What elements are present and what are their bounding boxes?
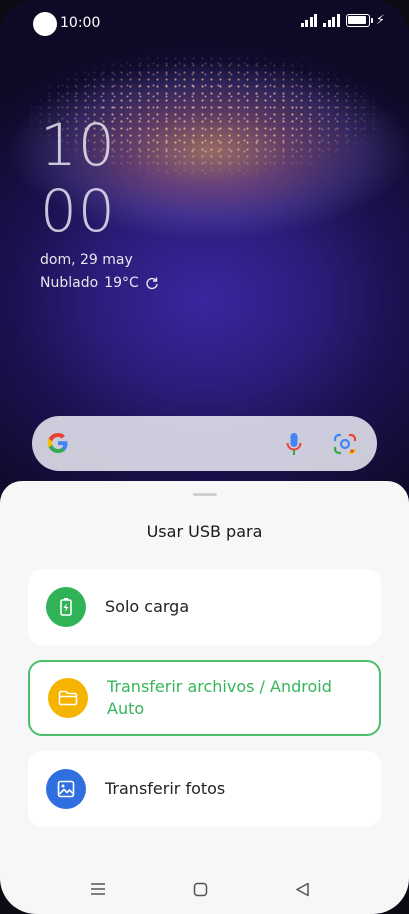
lockscreen-clock: 10 00 — [40, 112, 116, 244]
option-label: Solo carga — [105, 597, 190, 616]
lockscreen-date: dom, 29 may — [40, 252, 133, 268]
google-search-bar[interactable] — [32, 416, 377, 471]
lockscreen-weather: Nublado 19°C — [40, 275, 159, 291]
clock-hour: 10 — [40, 111, 116, 179]
signal-icon — [300, 13, 318, 27]
option-transferir-archivos[interactable]: Transferir archivos / Android Auto — [28, 660, 381, 736]
home-icon[interactable] — [193, 882, 208, 897]
battery-icon — [345, 13, 373, 27]
google-logo-icon — [47, 433, 68, 453]
sheet-drag-handle[interactable] — [193, 493, 217, 496]
clock-minute: 00 — [40, 177, 116, 245]
menu-icon[interactable] — [90, 882, 106, 896]
option-solo-carga[interactable]: Solo carga — [28, 569, 381, 645]
status-icons: ⚡ — [300, 12, 385, 28]
back-icon[interactable] — [295, 882, 310, 897]
folder-icon — [48, 678, 88, 718]
google-lens-icon[interactable] — [332, 432, 358, 456]
navigation-bar — [0, 860, 409, 914]
weather-temperature: 19°C — [104, 275, 139, 291]
usb-options-sheet: Usar USB para Solo carga Transferir arch… — [0, 481, 409, 914]
refresh-icon[interactable] — [145, 276, 159, 290]
status-time: 10:00 — [60, 15, 101, 31]
image-icon — [46, 769, 86, 809]
weather-condition: Nublado — [40, 275, 99, 291]
option-label: Transferir archivos / Android Auto — [107, 677, 332, 718]
battery-charge-icon — [46, 587, 86, 627]
sheet-title: Usar USB para — [146, 522, 263, 541]
option-transferir-fotos[interactable]: Transferir fotos — [28, 751, 381, 827]
camera-cutout — [33, 12, 57, 36]
charging-icon: ⚡ — [375, 12, 385, 28]
signal-icon-2 — [323, 13, 340, 27]
phone-screen: 10:00 ⚡ 10 00 dom, 29 may Nublado 19°C U… — [0, 0, 409, 914]
status-bar: 10:00 ⚡ — [0, 0, 409, 46]
option-label: Transferir fotos — [105, 779, 226, 798]
microphone-icon[interactable] — [285, 431, 303, 457]
